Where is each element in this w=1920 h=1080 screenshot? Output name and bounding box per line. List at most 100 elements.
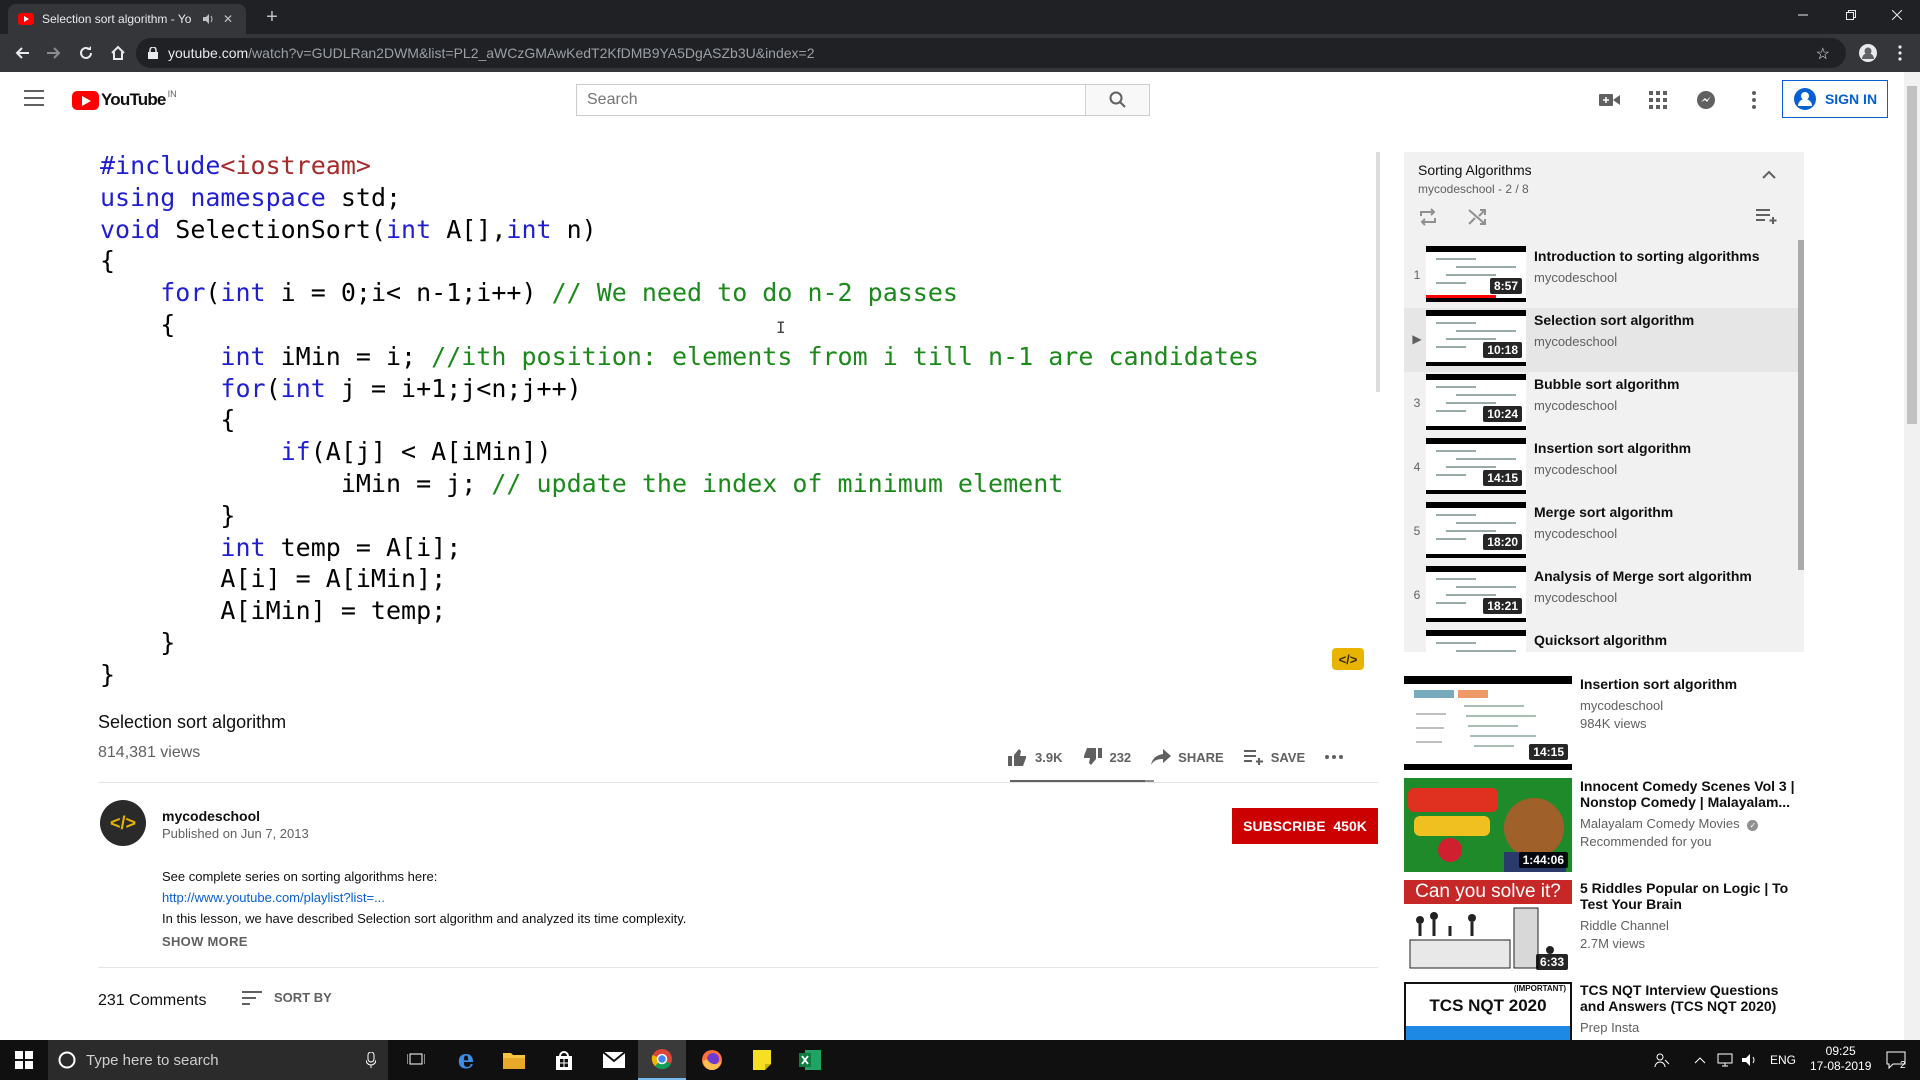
playlist-item-channel: mycodeschool bbox=[1534, 590, 1618, 605]
reload-button[interactable] bbox=[74, 41, 98, 65]
playlist-item[interactable]: 4 14:15 Insertion sort algorithm mycodescho… bbox=[1404, 436, 1800, 500]
video-duration: 14:15 bbox=[1529, 744, 1568, 760]
show-more-button[interactable]: SHOW MORE bbox=[162, 934, 248, 949]
divider bbox=[98, 782, 1378, 783]
url-bar[interactable]: youtube.com/watch?v=GUDLRan2DWM&list=PL2… bbox=[136, 38, 1846, 68]
bookmark-star-icon[interactable]: ☆ bbox=[1816, 44, 1830, 64]
playlist-item-thumbnail bbox=[1426, 630, 1526, 652]
create-video-icon[interactable] bbox=[1598, 88, 1622, 112]
task-view-icon[interactable] bbox=[392, 1040, 440, 1080]
windows-start-icon[interactable] bbox=[0, 1040, 48, 1080]
messages-icon[interactable] bbox=[1694, 88, 1718, 112]
playlist-title[interactable]: Sorting Algorithms bbox=[1418, 162, 1532, 178]
playlist-add-icon[interactable] bbox=[1756, 208, 1778, 224]
more-actions-button[interactable] bbox=[1325, 755, 1344, 759]
store-icon[interactable] bbox=[540, 1040, 588, 1080]
channel-avatar[interactable]: </> bbox=[100, 800, 146, 846]
sign-in-button[interactable]: SIGN IN bbox=[1782, 80, 1888, 118]
recommended-video[interactable]: 1:44:06 Innocent Comedy Scenes Vol 3 | N… bbox=[1404, 778, 1824, 872]
firefox-icon[interactable] bbox=[688, 1040, 736, 1080]
sort-by-button[interactable]: SORT BY bbox=[242, 990, 332, 1005]
like-button[interactable]: 3.9K bbox=[1008, 748, 1062, 766]
search-button[interactable] bbox=[1085, 85, 1149, 115]
code-line: A[i] = A[iMin]; bbox=[100, 564, 447, 594]
search-input[interactable] bbox=[577, 85, 1085, 115]
recommended-video[interactable]: Can you solve it? 6:33 5 Riddles Popular… bbox=[1404, 880, 1824, 974]
code-line: #include<iostream> bbox=[100, 151, 371, 180]
code-line: } bbox=[100, 500, 236, 530]
microphone-icon[interactable] bbox=[366, 1052, 376, 1068]
input-language[interactable]: ENG bbox=[1770, 1053, 1796, 1067]
collapse-chevron-icon[interactable] bbox=[1762, 170, 1776, 179]
playlist-scrollbar[interactable] bbox=[1798, 240, 1804, 570]
tab-close-icon[interactable]: ✕ bbox=[220, 11, 236, 27]
home-button[interactable] bbox=[106, 41, 130, 65]
playlist-item-duration: 18:20 bbox=[1483, 534, 1522, 550]
shuffle-icon[interactable] bbox=[1468, 208, 1488, 226]
page-scrollbar-thumb[interactable] bbox=[1907, 86, 1917, 424]
playlist-item[interactable]: 6 18:21 Analysis of Merge sort algorithm my… bbox=[1404, 564, 1800, 628]
taskbar-clock[interactable]: 09:25 17-08-2019 bbox=[1810, 1044, 1871, 1074]
playlist-item[interactable]: Quicksort algorithm bbox=[1404, 628, 1800, 652]
settings-more-icon[interactable] bbox=[1742, 88, 1766, 112]
action-center-icon[interactable]: 2 bbox=[1872, 1040, 1920, 1080]
playlist-item[interactable]: 3 10:24 Bubble sort algorithm mycodeschool bbox=[1404, 372, 1800, 436]
text-cursor-icon: I bbox=[776, 318, 786, 337]
tab-title: Selection sort algorithm - Yo bbox=[42, 12, 192, 26]
clock-date: 17-08-2019 bbox=[1810, 1059, 1872, 1073]
save-button[interactable]: SAVE bbox=[1243, 749, 1305, 765]
playlist-item[interactable]: 5 18:20 Merge sort algorithm mycodeschool bbox=[1404, 500, 1800, 564]
minimize-button[interactable] bbox=[1780, 0, 1826, 30]
recommended-video[interactable]: (IMPORTANT) TCS NQT 2020 TCS NQT Intervi… bbox=[1404, 982, 1824, 1040]
back-button[interactable] bbox=[10, 41, 34, 65]
video-edge-bar bbox=[1376, 152, 1380, 392]
playlist-item-thumbnail: 18:20 bbox=[1426, 502, 1526, 558]
share-button[interactable]: SHARE bbox=[1151, 749, 1224, 765]
playlist-item[interactable]: ▶ 10:18 Selection sort algorithm mycodescho… bbox=[1404, 308, 1800, 372]
channel-watermark-icon[interactable]: </> bbox=[1332, 648, 1364, 670]
playlist-item-index: 4 bbox=[1413, 460, 1421, 474]
taskbar-search[interactable]: Type here to search bbox=[48, 1040, 388, 1080]
close-window-button[interactable] bbox=[1874, 0, 1920, 30]
playlist-item[interactable]: 1 8:57 Introduction to sorting algorithms m… bbox=[1404, 244, 1800, 308]
browser-tab-bar: Selection sort algorithm - Yo ✕ + bbox=[0, 0, 1920, 34]
speaker-icon[interactable] bbox=[200, 11, 216, 27]
recommended-video[interactable]: 14:15 Insertion sort algorithm mycodesch… bbox=[1404, 676, 1824, 770]
profile-avatar[interactable] bbox=[1856, 41, 1880, 65]
recommended-channel: Prep Insta bbox=[1580, 1020, 1640, 1035]
loop-icon[interactable] bbox=[1418, 208, 1438, 226]
page-scrollbar[interactable] bbox=[1904, 72, 1920, 1040]
volume-icon[interactable] bbox=[1742, 1053, 1758, 1067]
sticky-notes-icon[interactable] bbox=[738, 1040, 786, 1080]
apps-grid-icon[interactable] bbox=[1646, 88, 1670, 112]
description-link[interactable]: http://www.youtube.com/playlist?list=... bbox=[162, 890, 385, 905]
file-explorer-icon[interactable] bbox=[490, 1040, 538, 1080]
tray-expand-chevron-icon[interactable] bbox=[1694, 1056, 1706, 1064]
playlist-item-title: Analysis of Merge sort algorithm bbox=[1534, 568, 1752, 584]
channel-name[interactable]: mycodeschool bbox=[162, 808, 260, 824]
recommended-channel: mycodeschool bbox=[1580, 698, 1664, 713]
network-icon[interactable] bbox=[1716, 1053, 1734, 1067]
dislike-button[interactable]: 232 bbox=[1082, 748, 1131, 766]
youtube-logo[interactable]: YouTube IN bbox=[72, 89, 177, 110]
browser-menu-icon[interactable] bbox=[1888, 41, 1912, 65]
chrome-icon[interactable] bbox=[638, 1040, 686, 1080]
guide-menu-icon[interactable] bbox=[24, 90, 44, 106]
system-tray: ENG bbox=[1654, 1040, 1796, 1080]
code-line: int iMin = i; //ith position: elements f… bbox=[220, 341, 1259, 371]
people-icon[interactable] bbox=[1654, 1052, 1670, 1068]
subscribe-button[interactable]: SUBSCRIBE 450K bbox=[1232, 808, 1378, 844]
browser-tab[interactable]: Selection sort algorithm - Yo ✕ bbox=[8, 4, 246, 34]
publish-date: Published on Jun 7, 2013 bbox=[162, 826, 309, 841]
new-tab-button[interactable]: + bbox=[262, 7, 282, 28]
playlist-items: 1 8:57 Introduction to sorting algorithms m… bbox=[1404, 244, 1800, 652]
forward-button[interactable] bbox=[42, 41, 66, 65]
playlist-item-duration: 18:21 bbox=[1483, 598, 1522, 614]
excel-icon[interactable] bbox=[786, 1040, 834, 1080]
mail-icon[interactable] bbox=[590, 1040, 638, 1080]
playlist-item-index: 1 bbox=[1413, 268, 1421, 282]
playlist-item-thumbnail: 18:21 bbox=[1426, 566, 1526, 622]
restore-button[interactable] bbox=[1828, 0, 1874, 30]
edge-browser-icon[interactable]: e bbox=[442, 1040, 490, 1080]
video-player[interactable]: #include<iostream> using namespace std; vo… bbox=[98, 128, 1378, 698]
